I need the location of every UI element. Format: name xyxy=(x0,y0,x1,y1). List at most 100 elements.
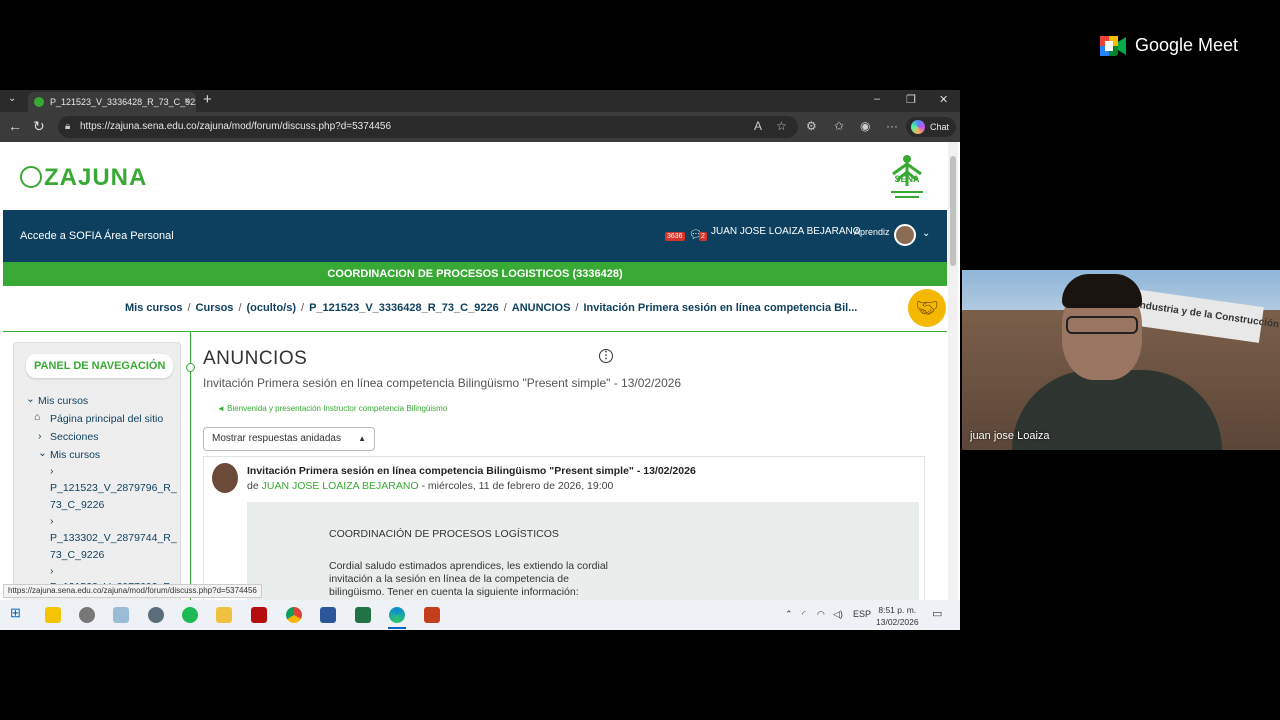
windows-start-icon[interactable]: ⊞ xyxy=(10,605,26,621)
post-body-line: bilingüismo. Tener en cuenta la siguient… xyxy=(329,586,579,598)
nav-item-site-home[interactable]: Página principal del sitio xyxy=(50,413,163,425)
display-mode-select[interactable]: Mostrar respuestas anidadas ▲ xyxy=(203,427,375,451)
chevron-up-icon[interactable]: ⌃ xyxy=(785,609,793,620)
post-author-link[interactable]: JUAN JOSE LOAIZA BEJARANO xyxy=(262,480,419,492)
zajuna-logo[interactable]: ZAJUNA xyxy=(20,164,147,192)
wifi-icon[interactable]: ◠ xyxy=(817,609,825,620)
notifications-badge[interactable]: 3636 xyxy=(665,232,685,241)
url-field[interactable]: 🔒︎ https://zajuna.sena.edu.co/zajuna/mod… xyxy=(58,116,798,138)
nav-item-course-1-cont[interactable]: 73_C_9226 xyxy=(50,499,104,511)
google-meet-text: Google Meet xyxy=(1135,35,1239,55)
nav-item-course-2-cont[interactable]: 73_C_9226 xyxy=(50,549,104,561)
scrollbar-thumb[interactable] xyxy=(950,156,956,266)
clock[interactable]: 8:51 p. m. 13/02/2026 xyxy=(876,604,919,628)
powerpoint-icon[interactable] xyxy=(424,607,440,623)
chevron-right-icon[interactable]: › xyxy=(50,465,54,477)
breadcrumb-item[interactable]: ANUNCIOS xyxy=(512,302,571,314)
participant-hair xyxy=(1062,274,1142,308)
language-indicator[interactable]: ESP xyxy=(853,609,871,619)
extensions-icon[interactable]: ⚙ xyxy=(806,119,817,133)
pdf-reader-icon[interactable] xyxy=(251,607,267,623)
reload-icon[interactable]: ↻ xyxy=(33,118,45,135)
tab-bar: ⌄ P_121523_V_3336428_R_73_C_9226 × + – ❐… xyxy=(0,90,960,112)
app-icon[interactable] xyxy=(79,607,95,623)
breadcrumb-item[interactable]: (oculto/s) xyxy=(247,302,297,314)
tab-title: P_121523_V_3336428_R_73_C_9226 xyxy=(50,97,196,107)
top-navbar: Accede a SOFIA Área Personal 3636 💬︎ 2 J… xyxy=(3,210,947,262)
nav-item-sections[interactable]: Secciones xyxy=(50,431,98,443)
read-aloud-icon[interactable]: A xyxy=(754,119,762,133)
volume-icon[interactable]: ◁) xyxy=(833,609,843,620)
timeline-line xyxy=(190,332,191,600)
network-icon[interactable]: ◜ xyxy=(802,609,806,620)
messages-badge[interactable]: 2 xyxy=(699,232,707,241)
minimize-icon[interactable]: – xyxy=(874,93,880,105)
navigation-panel: PANEL DE NAVEGACIÓN ⌄ Mis cursos ⌂ Págin… xyxy=(13,342,181,600)
avatar[interactable] xyxy=(212,463,238,493)
select-arrow-icon: ▲ xyxy=(358,434,366,443)
sticky-notes-icon[interactable] xyxy=(45,607,61,623)
user-name[interactable]: JUAN JOSE LOAIZA BEJARANO xyxy=(711,226,860,237)
favorite-star-icon[interactable]: ☆ xyxy=(776,119,787,133)
excel-icon[interactable] xyxy=(355,607,371,623)
spotify-icon[interactable] xyxy=(182,607,198,623)
chevron-down-icon[interactable]: ⌄ xyxy=(26,393,35,405)
chat-label: Chat xyxy=(930,122,950,132)
copilot-icon xyxy=(911,120,925,134)
page-title: ANUNCIOS xyxy=(203,348,308,369)
nav-item-my-courses-2[interactable]: Mis cursos xyxy=(50,449,100,461)
chevron-right-icon[interactable]: › xyxy=(50,565,54,577)
chevron-right-icon[interactable]: › xyxy=(50,515,54,527)
app-icon[interactable] xyxy=(113,607,129,623)
copilot-chat-button[interactable]: Chat xyxy=(906,117,956,137)
nav-item-my-courses[interactable]: Mis cursos xyxy=(38,395,88,407)
breadcrumb-item[interactable]: Cursos xyxy=(196,302,234,314)
word-icon[interactable] xyxy=(320,607,336,623)
chrome-icon[interactable] xyxy=(286,607,302,623)
app-icon[interactable] xyxy=(148,607,164,623)
breadcrumb-item[interactable]: Mis cursos xyxy=(125,302,182,314)
svg-text:SENA: SENA xyxy=(894,174,920,184)
personal-area-link[interactable]: Área Personal xyxy=(104,230,174,242)
windows-taskbar: ⊞ ⌃ ◜ ◠ ◁) ESP 8:51 p. m. 13/02/2026 ▭ xyxy=(0,600,960,630)
avatar[interactable] xyxy=(894,224,916,246)
tab-close-icon[interactable]: × xyxy=(184,92,190,112)
previous-discussion-link[interactable]: ◄ Bienvenida y presentación Instructor c… xyxy=(217,404,447,413)
chevron-down-icon[interactable]: ⌄ xyxy=(38,447,47,459)
sofia-link[interactable]: Accede a SOFIA xyxy=(20,230,102,242)
participant-name: juan jose Loaiza xyxy=(970,430,1050,442)
favorites-icon[interactable]: ✩ xyxy=(834,119,844,133)
file-explorer-icon[interactable] xyxy=(216,607,232,623)
tab-menu-icon[interactable]: ⌄ xyxy=(8,93,16,104)
new-tab-button[interactable]: + xyxy=(203,91,212,108)
discussion-subtitle: Invitación Primera sesión en línea compe… xyxy=(203,376,682,390)
participant-video-tile[interactable]: Industria y de la Construcción juan jose… xyxy=(962,270,1280,450)
close-window-icon[interactable]: ✕ xyxy=(939,93,948,106)
nav-item-course-2[interactable]: P_133302_V_2879744_R_ xyxy=(50,532,177,544)
more-menu-icon[interactable]: ··· xyxy=(886,119,898,133)
post-title: Invitación Primera sesión en línea compe… xyxy=(247,465,696,477)
restore-icon[interactable]: ❐ xyxy=(906,93,916,106)
edge-icon[interactable] xyxy=(389,607,405,623)
handshake-icon[interactable]: 🤝︎ xyxy=(908,289,946,327)
nav-item-course-1[interactable]: P_121523_V_2879796_R_ xyxy=(50,482,177,494)
breadcrumb-item[interactable]: Invitación Primera sesión en línea compe… xyxy=(583,302,857,314)
chevron-right-icon[interactable]: › xyxy=(38,430,42,442)
post-by: de xyxy=(247,480,259,492)
google-meet-icon xyxy=(1100,36,1126,56)
active-tab[interactable]: P_121523_V_3336428_R_73_C_9226 × xyxy=(28,92,196,112)
active-app-indicator xyxy=(388,627,406,629)
notification-center-icon[interactable]: ▭ xyxy=(932,607,942,620)
address-bar: ← ↻ 🔒︎ https://zajuna.sena.edu.co/zajuna… xyxy=(0,112,960,142)
profile-icon[interactable]: ◉ xyxy=(860,119,870,133)
breadcrumb-item[interactable]: P_121523_V_3336428_R_73_C_9226 xyxy=(309,302,499,314)
chevron-down-icon[interactable]: ⌄ xyxy=(922,228,930,239)
post-date: - miércoles, 11 de febrero de 2026, 19:0… xyxy=(418,480,614,492)
page-scrollbar[interactable] xyxy=(948,142,958,600)
post-meta: de JUAN JOSE LOAIZA BEJARANO - miércoles… xyxy=(247,480,613,492)
course-title-bar: COORDINACION DE PROCESOS LOGISTICOS (333… xyxy=(3,262,947,286)
url-text: https://zajuna.sena.edu.co/zajuna/mod/fo… xyxy=(80,121,392,132)
leaf-icon xyxy=(20,166,42,188)
kebab-menu-icon[interactable]: ⋮ xyxy=(599,349,613,363)
back-icon[interactable]: ← xyxy=(8,118,22,134)
